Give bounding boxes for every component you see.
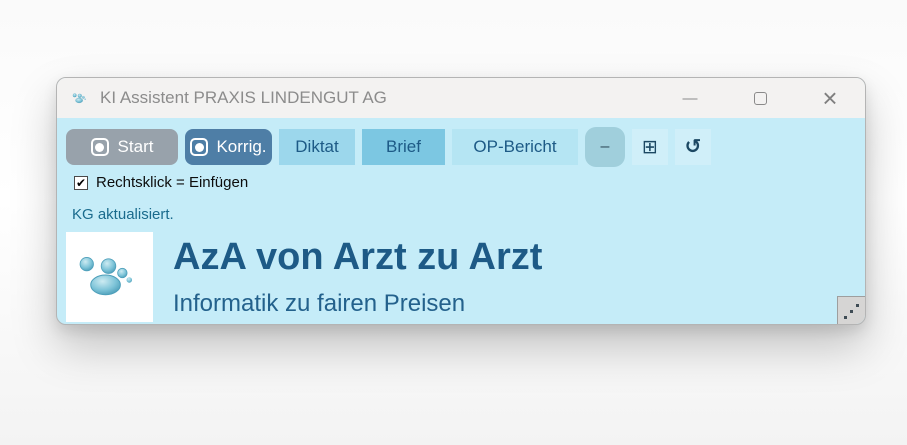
titlebar[interactable]: KI Assistent PRAXIS LINDENGUT AG — × [57,78,865,118]
drops-logo-icon [66,232,153,322]
close-icon: × [822,85,837,111]
op-bericht-button-label: OP-Bericht [473,137,556,157]
brand-subtitle: Informatik zu fairen Preisen [173,290,542,318]
brand-logo [66,232,153,322]
record-icon [91,138,109,156]
rightclick-option[interactable]: ✔ Rechtsklick = Einfügen [74,174,865,191]
record-icon [190,138,208,156]
minus-icon: – [601,138,610,156]
close-button[interactable]: × [795,78,865,118]
minimize-button[interactable]: — [655,78,725,118]
minimize-icon: — [683,91,698,106]
start-button-label: Start [118,137,154,157]
app-window: KI Assistent PRAXIS LINDENGUT AG — × Sta… [56,77,866,325]
rightclick-checkbox[interactable]: ✔ [74,176,88,190]
check-icon: ✔ [76,177,86,189]
toolbar: Start Korrig. Diktat Brief OP-Bericht – … [66,127,865,167]
diktat-button-label: Diktat [295,137,338,157]
brief-button-label: Brief [386,137,421,157]
brand-block: AzA von Arzt zu Arzt Informatik zu faire… [66,232,865,322]
brief-button[interactable]: Brief [362,129,445,165]
status-text: KG aktualisiert. [72,206,865,223]
resize-grip[interactable] [837,296,865,324]
start-button[interactable]: Start [66,129,178,165]
maximize-icon [754,92,767,105]
window-title: KI Assistent PRAXIS LINDENGUT AG [100,88,387,108]
grid-icon: ⊞ [642,138,658,157]
grid-button[interactable]: ⊞ [632,129,668,165]
korrig-button[interactable]: Korrig. [185,129,272,165]
app-logo-icon [69,88,91,108]
maximize-button[interactable] [725,78,795,118]
brand-text: AzA von Arzt zu Arzt Informatik zu faire… [173,232,542,322]
refresh-icon: ↺ [685,137,702,157]
diktat-button[interactable]: Diktat [279,129,355,165]
rightclick-checkbox-label: Rechtsklick = Einfügen [96,174,248,191]
op-bericht-button[interactable]: OP-Bericht [452,129,578,165]
minus-button[interactable]: – [585,127,625,167]
korrig-button-label: Korrig. [216,137,266,157]
brand-heading: AzA von Arzt zu Arzt [173,237,542,277]
refresh-button[interactable]: ↺ [675,129,711,165]
